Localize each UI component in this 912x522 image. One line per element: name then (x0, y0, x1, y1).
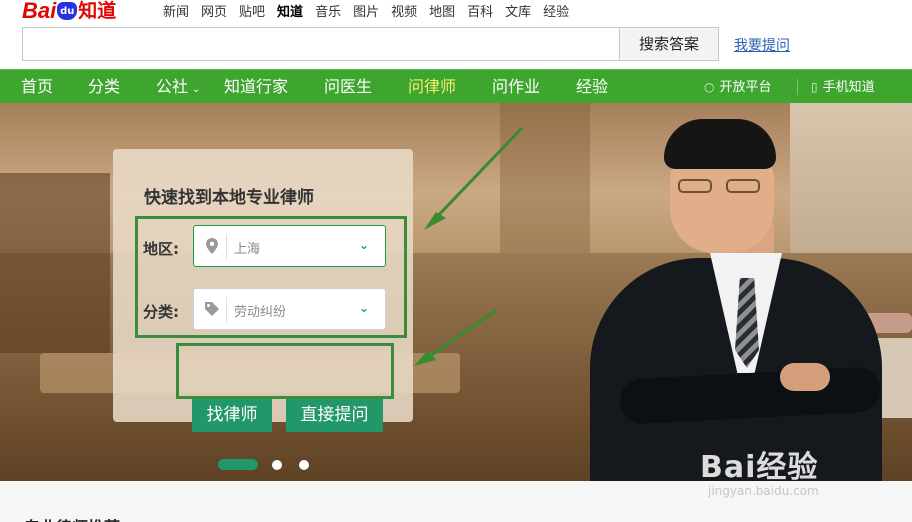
lawyer-glasses (678, 179, 764, 193)
find-lawyer-button[interactable]: 找律师 (192, 398, 272, 432)
courtroom-bench (0, 173, 110, 353)
nav-item-commune-label: 公社 (156, 77, 189, 96)
mobile-zhidao-link[interactable]: ▯ 手机知道 (811, 70, 875, 104)
product-link-web[interactable]: 网页 (201, 1, 227, 20)
product-nav: 新闻 网页 贴吧 知道 音乐 图片 视频 地图 百科 文库 经验 (163, 0, 569, 20)
nav-item-homework[interactable]: 问作业 (492, 70, 540, 104)
nav-divider (797, 79, 798, 95)
product-link-images[interactable]: 图片 (353, 1, 379, 20)
nav-item-commune[interactable]: 公社 ⌄ (156, 70, 200, 104)
product-link-baike[interactable]: 百科 (467, 1, 493, 20)
page: Bai du 知道 新闻 网页 贴吧 知道 音乐 图片 视频 地图 百科 文库 … (0, 0, 912, 522)
search-answers-button[interactable]: 搜索答案 (619, 27, 719, 61)
mobile-zhidao-label: 手机知道 (822, 80, 875, 95)
product-link-jingyan[interactable]: 经验 (543, 1, 569, 20)
main-nav: 首页 分类 公社 ⌄ 知道行家 问医生 问律师 问作业 经验 ○ 开放平台 ▯ 手机知… (0, 69, 912, 103)
ask-question-link[interactable]: 我要提问 (734, 35, 790, 55)
highlight-box-selects (135, 216, 407, 338)
nav-item-category[interactable]: 分类 (88, 70, 120, 104)
product-link-wenku[interactable]: 文库 (505, 1, 531, 20)
lawyer-banner: 快速找到本地专业律师 地区: 上海 ⌄ 分类: 劳动纠纷 ⌄ 找律师 直接提问 (0, 103, 912, 481)
product-link-map[interactable]: 地图 (429, 1, 455, 20)
product-link-zhidao[interactable]: 知道 (277, 1, 303, 20)
phone-icon: ▯ (811, 80, 818, 94)
lawyer-hair (664, 119, 776, 169)
section-title: 专业律师推荐 (24, 514, 120, 522)
open-platform-link[interactable]: ○ 开放平台 (704, 70, 772, 104)
lawyer-photo (590, 113, 890, 481)
nav-item-jingyan[interactable]: 经验 (576, 70, 608, 104)
carousel-dot-active[interactable] (218, 459, 258, 470)
open-platform-label: 开放平台 (719, 80, 772, 95)
logo-zhidao-text: 知道 (78, 0, 117, 22)
share-icon: ○ (704, 80, 715, 94)
ask-directly-button[interactable]: 直接提问 (286, 398, 383, 432)
nav-item-doctor[interactable]: 问医生 (324, 70, 372, 104)
product-link-video[interactable]: 视频 (391, 1, 417, 20)
panel-title: 快速找到本地专业律师 (144, 188, 314, 208)
watermark-brand: Bai经验 (700, 450, 819, 485)
logo-paw-icon: du (57, 2, 78, 20)
courtroom-column (500, 103, 590, 253)
search-input[interactable] (22, 27, 620, 61)
nav-item-home[interactable]: 首页 (21, 70, 53, 104)
chevron-down-icon: ⌄ (192, 84, 201, 95)
carousel-dot[interactable] (272, 460, 282, 470)
baidu-jingyan-watermark: Bai经验 jingyan.baidu.com (700, 428, 900, 518)
product-link-news[interactable]: 新闻 (163, 1, 189, 20)
watermark-url: jingyan.baidu.com (708, 484, 819, 498)
nav-item-lawyer[interactable]: 问律师 (408, 70, 456, 104)
logo-bai-text: Bai (22, 0, 57, 22)
highlight-box-buttons (176, 343, 394, 399)
product-link-tieba[interactable]: 贴吧 (239, 1, 265, 20)
product-link-music[interactable]: 音乐 (315, 1, 341, 20)
baidu-zhidao-logo[interactable]: Bai du 知道 (22, 0, 116, 22)
carousel-dot[interactable] (299, 460, 309, 470)
nav-item-experts[interactable]: 知道行家 (224, 70, 288, 104)
lawyer-hand (780, 363, 830, 391)
